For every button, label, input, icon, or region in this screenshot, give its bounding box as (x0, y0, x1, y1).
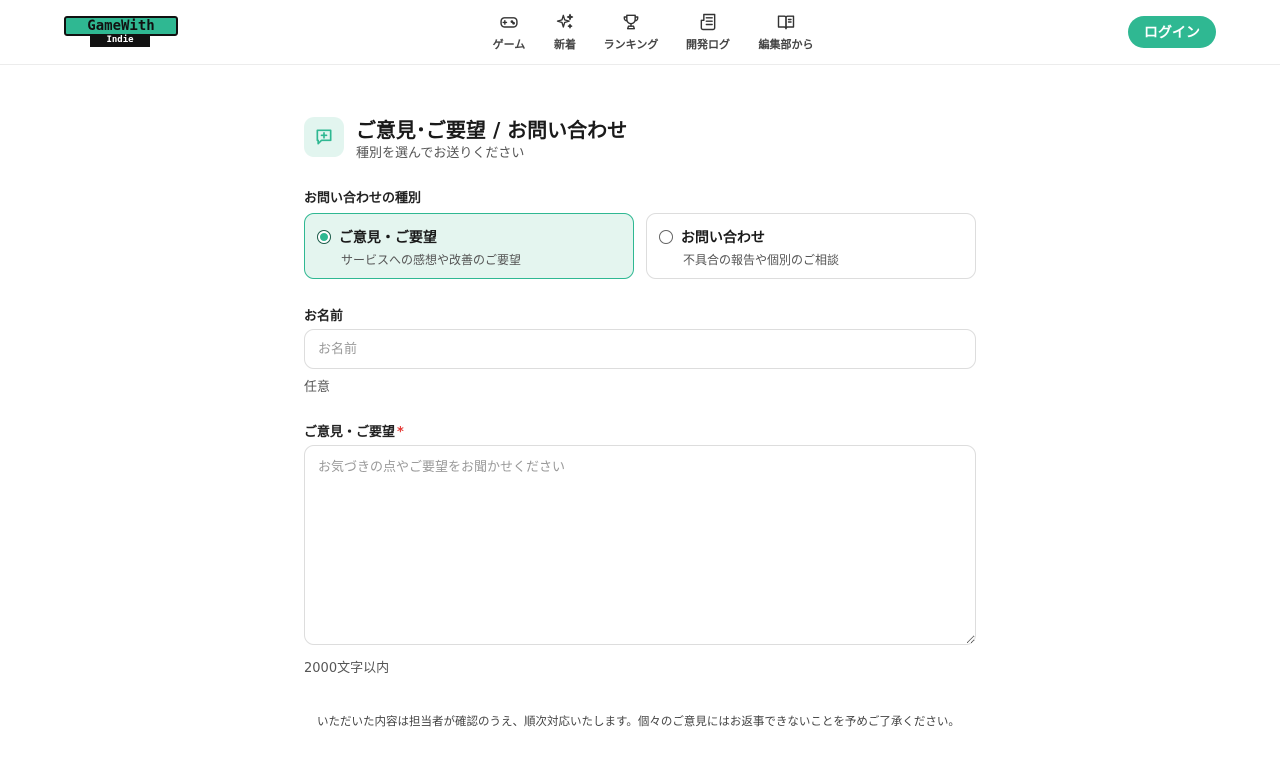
login-button[interactable]: ログイン (1128, 16, 1216, 48)
nav-item-devlog[interactable]: 開発ログ (685, 12, 731, 54)
nav-label: 編集部から (758, 38, 814, 51)
name-label: お名前 (304, 309, 344, 324)
required-mark: * (397, 425, 404, 440)
trophy-icon (623, 14, 639, 30)
gamepad-icon (500, 17, 518, 28)
nav-item-games[interactable]: ゲーム (492, 12, 526, 54)
type-option-desc: 不具合の報告や個別のご相談 (683, 253, 840, 267)
type-option-desc: サービスへの感想や改善のご要望 (341, 253, 522, 267)
logo-wordmark: GameWith (64, 16, 178, 36)
title-icon-box (304, 117, 344, 157)
type-option-feedback[interactable]: ご意見・ご要望 サービスへの感想や改善のご要望 (304, 213, 634, 279)
page-title: ご意見･ご要望 / お問い合わせ (356, 118, 628, 142)
book-open-icon (777, 15, 795, 30)
newspaper-icon (700, 13, 716, 31)
nav-label: ランキング (603, 38, 659, 51)
notice-text: いただいた内容は担当者が確認のうえ、順次対応いたします。個々のご意見にはお返事で… (317, 714, 960, 728)
inquiry-type-label: お問い合わせの種別 (304, 191, 422, 206)
message-label: ご意見・ご要望 (304, 425, 396, 440)
type-option-inquiry[interactable]: お問い合わせ 不具合の報告や個別のご相談 (646, 213, 976, 279)
nav-label: 開発ログ (686, 38, 730, 51)
page-subtitle: 種別を選んでお送りください (356, 146, 525, 161)
message-textarea[interactable] (304, 445, 976, 645)
nav-label: ゲーム (492, 38, 526, 51)
sparkles-icon (556, 13, 574, 29)
nav-item-editorial[interactable]: 編集部から (757, 12, 815, 54)
radio-button[interactable] (659, 230, 673, 244)
gamewith-indie-logo[interactable]: GameWith Indie (64, 16, 178, 48)
site-header: GameWith Indie ゲーム 新着 ランキング 開発ログ 編集部から ロ… (0, 0, 1280, 65)
type-option-title: ご意見・ご要望 (339, 230, 437, 246)
nav-item-ranking[interactable]: ランキング (602, 12, 660, 54)
nav-item-new[interactable]: 新着 (552, 12, 578, 54)
message-label-row: ご意見・ご要望 * (304, 421, 404, 440)
message-hint: 2000文字以内 (304, 661, 390, 676)
name-hint: 任意 (304, 380, 331, 395)
logo-subtext: Indie (90, 34, 150, 47)
message-plus-icon (316, 129, 332, 145)
type-option-title: お問い合わせ (681, 230, 765, 246)
radio-button-selected[interactable] (317, 230, 331, 244)
nav-label: 新着 (554, 38, 576, 51)
name-input[interactable] (304, 329, 976, 369)
